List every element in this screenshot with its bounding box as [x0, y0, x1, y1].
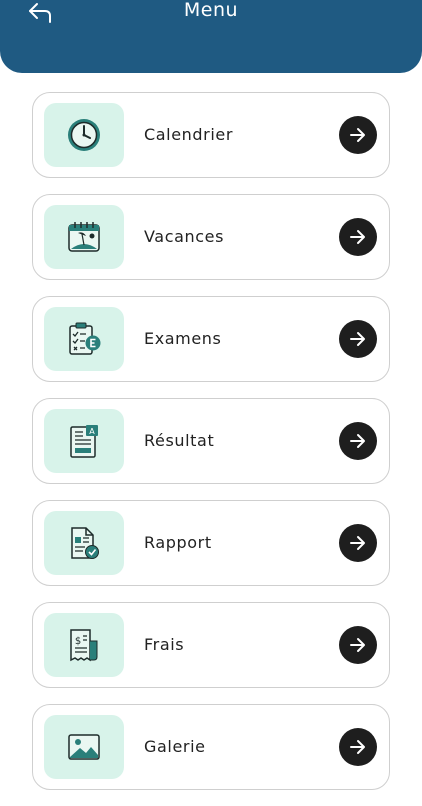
menu-item-galerie[interactable]: Galerie	[32, 704, 390, 790]
menu-item-examens[interactable]: Examens	[32, 296, 390, 382]
fees-receipt-icon: $	[70, 629, 98, 662]
icon-tile	[44, 205, 124, 269]
arrow-right-button[interactable]	[339, 218, 377, 256]
menu-item-label: Vacances	[144, 227, 225, 246]
menu-item-label: Rapport	[144, 533, 212, 552]
clock-icon	[68, 119, 100, 151]
report-document-icon	[71, 527, 99, 559]
arrow-right-button[interactable]	[339, 728, 377, 766]
menu-item-calendrier[interactable]: Calendrier	[32, 92, 390, 178]
exam-clipboard-icon	[69, 322, 101, 355]
arrow-right-button[interactable]	[339, 116, 377, 154]
menu-item-label: Frais	[144, 635, 185, 654]
app-header: Menu	[0, 0, 422, 73]
menu-item-label: Calendrier	[144, 125, 234, 144]
arrow-right-icon	[350, 332, 365, 346]
svg-text:A: A	[89, 427, 95, 436]
icon-tile	[44, 307, 124, 371]
page-title: Menu	[183, 0, 239, 21]
menu-item-vacances[interactable]: Vacances	[32, 194, 390, 280]
icon-tile	[44, 511, 124, 575]
arrow-right-button[interactable]	[339, 320, 377, 358]
arrow-right-button[interactable]	[339, 422, 377, 460]
beach-calendar-icon	[68, 222, 100, 252]
menu-item-label: Résultat	[144, 431, 215, 450]
menu-item-label: Examens	[144, 329, 222, 348]
arrow-right-icon	[350, 434, 365, 448]
icon-tile	[44, 715, 124, 779]
arrow-right-icon	[350, 128, 365, 142]
arrow-right-icon	[350, 638, 365, 652]
menu-item-label: Galerie	[144, 737, 206, 756]
icon-tile	[44, 103, 124, 167]
icon-tile: $	[44, 613, 124, 677]
arrow-right-icon	[350, 536, 365, 550]
menu-list: Calendrier Vacances Examens A Résultat R…	[32, 92, 390, 806]
icon-tile: A	[44, 409, 124, 473]
result-document-icon: A	[70, 425, 98, 458]
svg-text:$: $	[75, 636, 81, 647]
arrow-right-icon	[350, 230, 365, 244]
menu-item-resultat[interactable]: A Résultat	[32, 398, 390, 484]
menu-item-frais[interactable]: $ Frais	[32, 602, 390, 688]
arrow-right-button[interactable]	[339, 524, 377, 562]
arrow-right-button[interactable]	[339, 626, 377, 664]
menu-item-rapport[interactable]: Rapport	[32, 500, 390, 586]
arrow-right-icon	[350, 740, 365, 754]
gallery-image-icon	[68, 734, 100, 760]
